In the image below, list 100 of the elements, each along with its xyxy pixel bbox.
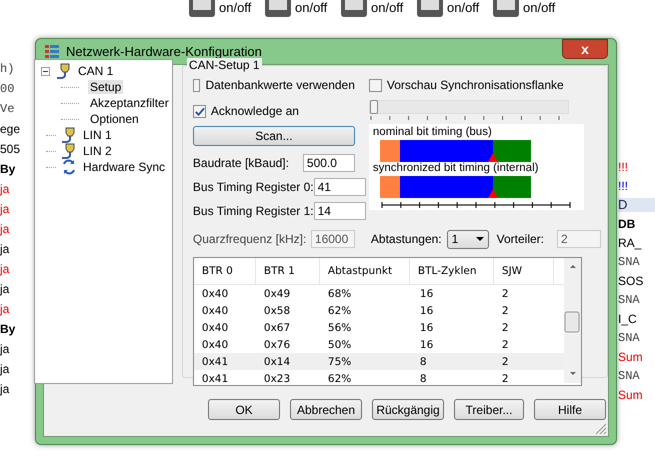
background-text: !!! [618,160,630,174]
table-cell-text: 8 [418,356,428,368]
table-cell-text: 0x40 [200,322,230,334]
column-header[interactable]: Abtastpunkt [320,258,410,284]
scan-button[interactable]: Scan... [192,126,355,146]
table-row[interactable]: 0x40 0x58 62% 16 2 [194,302,564,319]
table-cell-text: 0x14 [262,356,292,368]
checkbox[interactable]: Acknowledge an [192,102,355,120]
dialog-button[interactable]: Hilfe [534,399,606,420]
background-text: ja [0,262,10,276]
table-cell-text: 16 [418,338,434,350]
table-cell-text: 0x76 [262,338,292,350]
switch-label: on/off [523,0,556,16]
tree-item[interactable]: CAN 1 [76,64,116,78]
group-title: CAN-Setup 1 [186,58,262,72]
table-cell-text: 0x49 [262,288,292,300]
switch-icon [188,0,216,18]
table-cell-text: 0x41 [200,356,230,368]
table-cell-text: 0x67 [262,322,292,334]
close-button[interactable]: x [562,38,608,58]
table-cell-text: 2 [500,322,510,334]
background-text: RA_ [618,236,642,250]
check-icon [194,106,205,116]
table-cell-text: 56% [326,322,352,334]
background-text: I_C [618,312,638,326]
tree-item[interactable]: Hardware Sync [81,160,168,174]
background-text: SNA [618,369,641,383]
table-cell-text: 0x58 [262,304,292,316]
table-row[interactable]: 0x40 0x76 50% 16 2 [194,336,564,353]
slider-thumb[interactable] [370,100,378,114]
background-text: 505 [0,142,22,156]
table-cell-text: 75% [326,356,352,368]
field-label: Bus Timing Register 0: [192,180,314,194]
table-row[interactable]: 0x41 0x23 62% 8 2 [194,370,564,387]
dropdown[interactable]: 1 [446,230,489,248]
column-header[interactable]: BTR 1 [256,258,320,284]
table-row[interactable]: 0x40 0x49 68% 16 2 [194,285,564,302]
dialog-button[interactable]: Treiber... [454,399,524,420]
field-label: Baudrate [kBaud]: [192,156,289,170]
table-cell-text: 62% [326,372,352,384]
table-cell-text: 0x41 [200,372,230,384]
background-text: SNA [618,293,641,307]
table-cell-text: 0x40 [200,338,230,350]
column-header[interactable]: BTL-Zyklen [410,258,494,284]
background-text: D [618,198,655,212]
background-text: By [0,162,16,176]
connector-icon [61,143,77,159]
table-row[interactable]: 0x40 0x67 56% 16 2 [194,319,564,336]
table-row[interactable]: 0x41 0x14 75% 8 2 [194,353,564,370]
connector-icon [56,63,72,79]
dialog-button[interactable]: OK [208,399,280,420]
dialog-button[interactable]: Rückgängig [372,399,444,420]
background-text: h) [0,62,16,76]
chart-title: nominal bit timing (bus) [372,126,493,139]
switch-label: on/off [295,0,328,16]
chart-title: synchronized bit timing (internal) [372,162,540,175]
tree-item[interactable]: LIN 2 [81,144,114,158]
switch-icon [492,0,520,18]
table-cell-text: 0x40 [200,304,230,316]
background-text: Ve [0,102,16,116]
column-header[interactable]: BTR 0 [194,258,256,284]
tree-item[interactable]: Optionen [88,112,141,126]
input-field[interactable]: 14 [314,202,366,220]
tree-item[interactable]: Setup [88,80,124,94]
column-header[interactable]: SJW [494,258,554,284]
input-field[interactable]: 41 [314,178,366,196]
table-cell-text: 2 [500,372,510,384]
field-label: Bus Timing Register 1: [192,204,314,218]
slider-track[interactable] [368,100,569,114]
table-cell-text: 16 [418,322,434,334]
switch-icon [264,0,292,18]
input-field[interactable]: 500.0 [302,154,355,172]
background-text: ja [0,282,10,296]
collapse-icon[interactable] [41,66,50,76]
background-text: !!! [618,179,630,193]
background-text: SNA [618,255,641,269]
background-text: ja [0,382,10,396]
checkbox[interactable]: Vorschau Synchronisationsflanke [368,76,577,94]
tree-item[interactable]: LIN 1 [81,128,114,142]
tree-item[interactable]: Akzeptanzfilter [88,96,171,110]
sync-icon [61,159,77,175]
table-cell-text: 68% [326,288,352,300]
table-cell-text: 2 [500,356,510,368]
resize-grip-icon [595,423,607,435]
checkbox[interactable]: Datenbankwerte verwenden [192,76,355,94]
background-text: ja [0,202,10,216]
window-title: Netzwerk-Hardware-Konfiguration [66,44,263,59]
background-text: ja [0,222,10,236]
table-cell-text: 50% [326,338,352,350]
app-icon [44,44,60,59]
dialog-button[interactable]: Abbrechen [290,399,362,420]
background-text: Sum [618,388,644,402]
switch-icon [340,0,368,18]
field-label: Abtastungen: [370,232,442,246]
table-cell-text: 0x23 [262,372,292,384]
table-cell-text: 62% [326,304,352,316]
table-cell-text: 16 [418,304,434,316]
background-text: ja [0,302,10,316]
background-text: Sum [618,350,644,364]
switch-label: on/off [447,0,480,16]
